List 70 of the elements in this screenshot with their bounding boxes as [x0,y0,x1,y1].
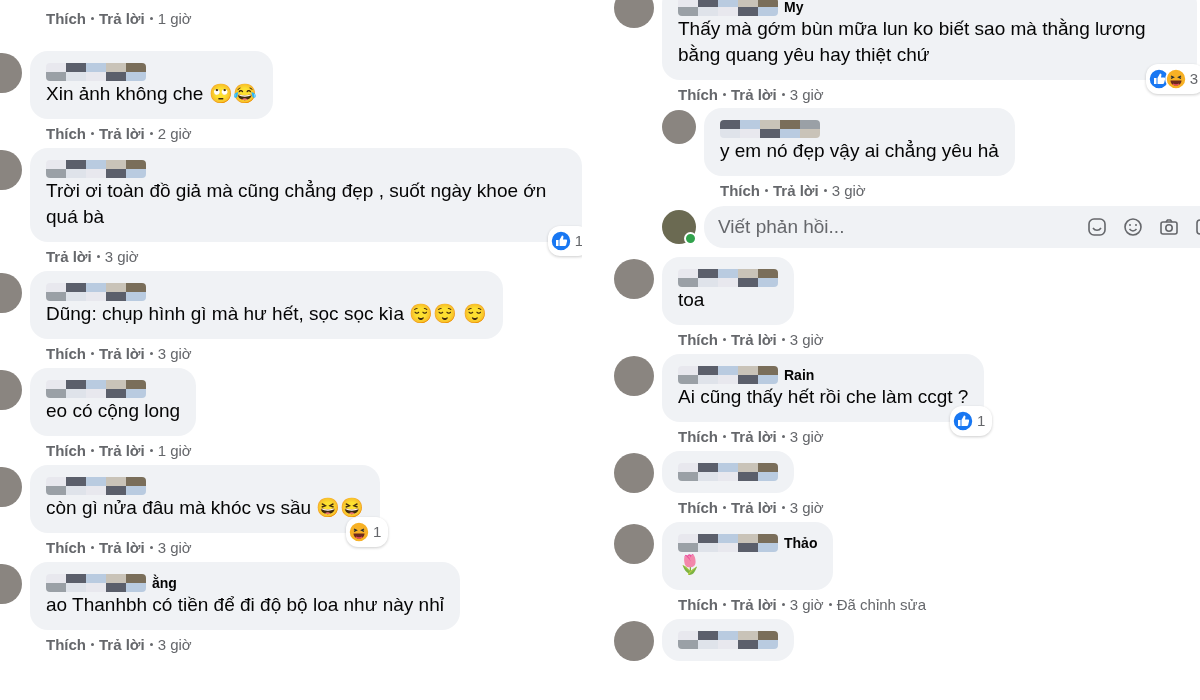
reply-link[interactable]: Trả lời [99,124,145,142]
comment-text: Trời ơi toàn đồ giả mà cũng chẳng đẹp , suốt ngày khoe ớn quá bà [46,179,548,229]
like-link[interactable]: Thích [678,498,718,516]
timestamp[interactable]: 1 giờ [157,441,192,459]
like-link[interactable]: Thích [46,441,86,459]
reply-link[interactable]: Trả lời [99,344,145,362]
avatar[interactable] [614,453,654,493]
emoji-icon[interactable] [1122,216,1144,238]
like-link[interactable]: Thích [46,344,86,362]
like-link[interactable]: Thích [46,635,86,653]
reply-link[interactable]: Trả lời [99,441,145,459]
reply-link[interactable]: Trả lời [99,9,145,27]
commenter-name[interactable]: ằng [152,574,177,592]
reply-link[interactable]: Trả lời [731,330,777,348]
like-link[interactable]: Thích [678,595,718,613]
reply-link[interactable]: Trả lời [46,247,92,265]
timestamp[interactable]: 3 giờ [831,181,866,199]
reply-link[interactable]: Trả lời [731,427,777,445]
timestamp[interactable]: 3 giờ [789,85,824,103]
avatar[interactable] [614,621,654,661]
comment-text: 🌷 [678,553,702,577]
reply-input-field[interactable]: Viết phản hồi... [716,215,1086,239]
commenter-name[interactable]: Thảo [784,534,818,552]
timestamp[interactable]: 3 giờ [789,498,824,516]
reaction-count[interactable]: 1 [346,517,389,547]
like-link[interactable]: Thích [678,427,718,445]
reaction-count[interactable]: 1 [547,226,582,256]
timestamp[interactable]: 3 giờ [104,247,139,265]
timestamp[interactable]: 3 giờ [789,595,824,613]
edited-label: Đã chỉnh sửa [836,595,926,613]
reaction-count[interactable]: 3 [1145,64,1200,94]
timestamp[interactable]: 3 giờ [157,344,192,362]
reply-link[interactable]: Trả lời [99,538,145,556]
avatar[interactable] [614,356,654,396]
avatar[interactable] [662,110,696,144]
reply-link[interactable]: Trả lời [731,498,777,516]
avatar[interactable] [614,524,654,564]
timestamp[interactable]: 3 giờ [157,635,192,653]
like-link[interactable]: Thích [46,9,86,27]
reply-link[interactable]: Trả lời [731,595,777,613]
comment-text: ao Thanhbh có tiền để đi độ bộ loa như này nhỉ [46,593,444,617]
comment-text: Ai cũng thấy hết rồi che làm ccgt ? [678,385,969,409]
comment-text: y em nó đẹp vậy ai chẳng yêu hả [720,139,999,163]
camera-icon[interactable] [1158,216,1180,238]
timestamp[interactable]: 3 giờ [157,538,192,556]
sticker-icon[interactable] [1086,216,1108,238]
commenter-name[interactable]: Rain [784,366,815,384]
comment-text: Xin ảnh không che 🙄😂 [46,82,257,106]
comment-text: Dũng: chụp hình gì mà hư hết, sọc sọc kìa 😌😌 😌 [46,302,487,326]
like-link[interactable]: Thích [46,538,86,556]
comment-text: eo có cộng long [46,399,181,423]
like-link[interactable]: Thích [678,85,718,103]
like-link[interactable]: Thích [46,124,86,142]
commenter-name[interactable]: My [784,0,804,16]
like-link[interactable]: Thích [678,330,718,348]
timestamp[interactable]: 1 giờ [157,9,192,27]
reply-box[interactable]: Viết phản hồi... [704,206,1200,248]
reply-link[interactable]: Trả lời [773,181,819,199]
avatar[interactable] [614,0,654,28]
like-link[interactable]: Thích [720,181,760,199]
comment-text: toa [678,288,705,312]
comment-text: Thấy mà gớm bùn mữa lun ko biết sao mà thằng lương bằng quang yêu hay thiệt chứ [678,17,1147,67]
reply-link[interactable]: Trả lời [99,635,145,653]
timestamp[interactable]: 3 giờ [789,330,824,348]
timestamp[interactable]: 3 giờ [789,427,824,445]
comment-text: còn gì nửa đâu mà khóc vs sầu 😆😆 [46,496,365,520]
avatar[interactable] [614,259,654,299]
reaction-count[interactable]: 1 [950,406,993,436]
reply-link[interactable]: Trả lời [731,85,777,103]
timestamp[interactable]: 2 giờ [157,124,192,142]
